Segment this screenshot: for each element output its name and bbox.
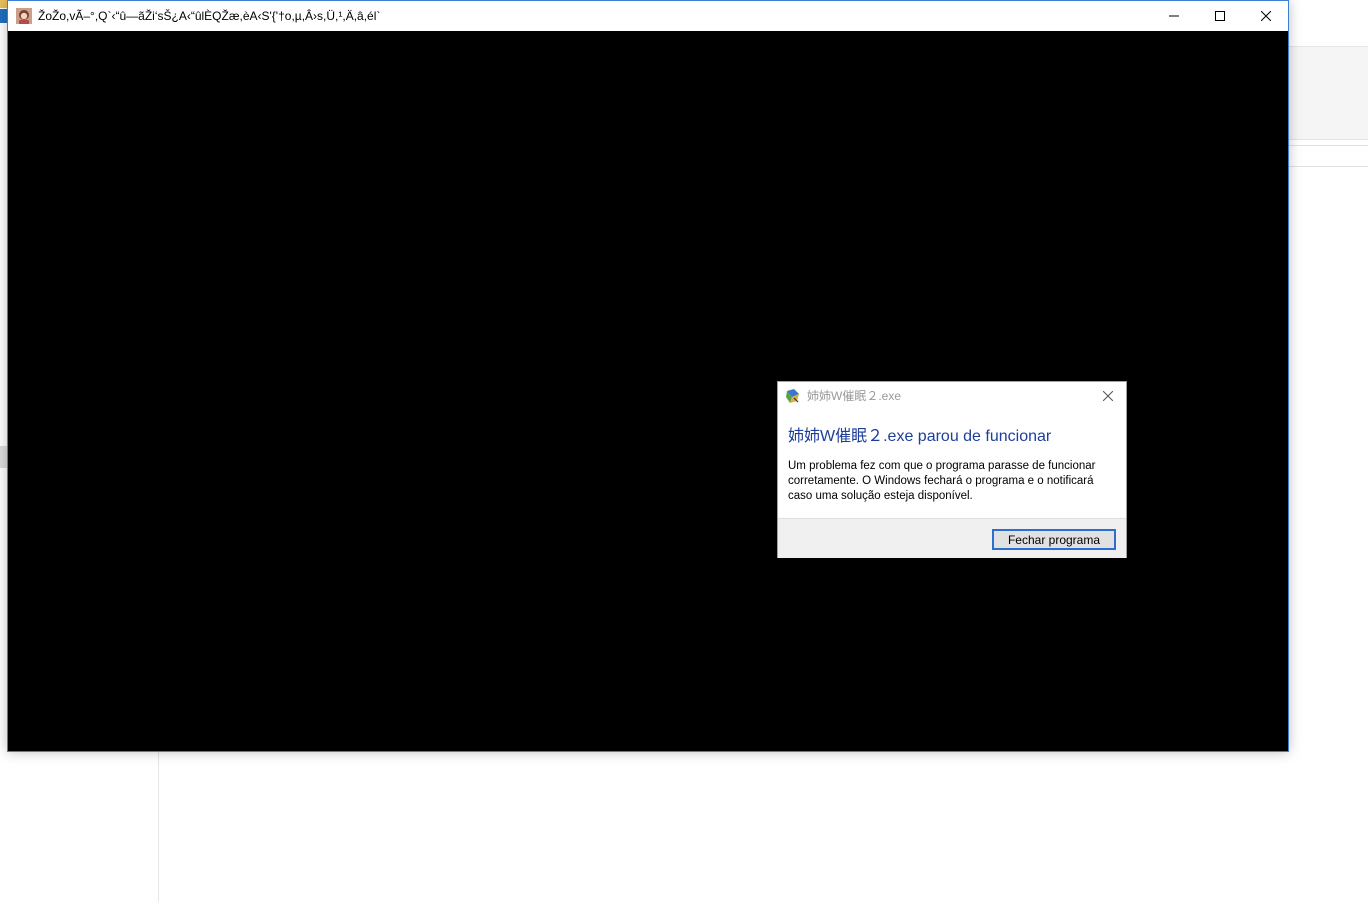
app-icon[interactable] bbox=[16, 8, 32, 24]
game-window-title: ŽoŽo,vÃ–°,Q`‹“û—ãŽi‘sŠ¿A‹“ûlÈQŽæ,èA‹S'{'… bbox=[38, 9, 381, 23]
game-window-titlebar[interactable]: ŽoŽo,vÃ–°,Q`‹“û—ãŽi‘sŠ¿A‹“ûlÈQŽæ,èA‹S'{'… bbox=[8, 1, 1288, 31]
desktop: ŽoŽo,vÃ–°,Q`‹“û—ãŽi‘sŠ¿A‹“ûlÈQŽæ,èA‹S'{'… bbox=[0, 0, 1368, 902]
dialog-message: Um problema fez com que o programa paras… bbox=[788, 460, 1096, 502]
maximize-icon bbox=[1215, 11, 1225, 21]
error-dialog: 姉姉W催眠２.exe 姉姉W催眠２.exe parou de funcionar… bbox=[777, 381, 1127, 558]
dialog-footer: Fechar programa bbox=[778, 518, 1126, 558]
minimize-button[interactable] bbox=[1151, 1, 1197, 31]
dialog-title: 姉姉W催眠２.exe bbox=[807, 389, 902, 403]
dialog-heading: 姉姉W催眠２.exe parou de funcionar bbox=[788, 428, 1052, 445]
maximize-button[interactable] bbox=[1197, 1, 1243, 31]
game-window: ŽoŽo,vÃ–°,Q`‹“û—ãŽi‘sŠ¿A‹“ûlÈQŽæ,èA‹S'{'… bbox=[7, 0, 1289, 752]
background-window-marker bbox=[0, 446, 7, 468]
close-program-button[interactable]: Fechar programa bbox=[992, 529, 1116, 550]
close-button[interactable] bbox=[1243, 1, 1289, 31]
background-window-ribbon bbox=[1289, 46, 1368, 140]
background-window-sidebar bbox=[0, 752, 159, 902]
background-window-divider bbox=[1289, 145, 1368, 167]
close-icon bbox=[1261, 11, 1271, 21]
dialog-titlebar[interactable]: 姉姉W催眠２.exe bbox=[778, 382, 1126, 410]
dialog-close-button[interactable] bbox=[1098, 387, 1118, 405]
minimize-icon bbox=[1169, 15, 1179, 17]
close-icon bbox=[1103, 391, 1113, 401]
error-report-icon bbox=[786, 389, 799, 403]
